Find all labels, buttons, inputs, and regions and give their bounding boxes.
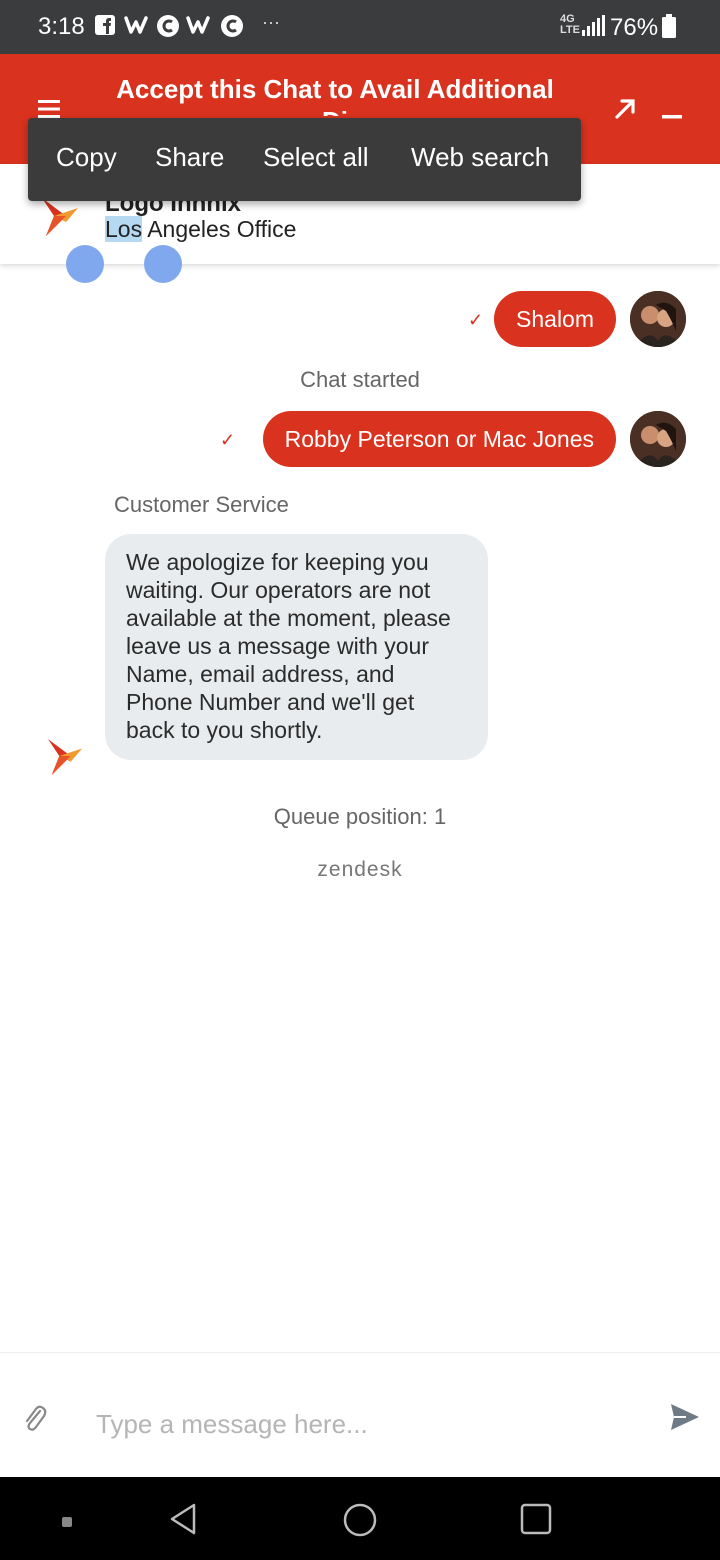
menu-item-copy[interactable]: Copy — [56, 142, 117, 173]
minimize-icon[interactable] — [662, 106, 682, 124]
status-bar: 3:18 ··· 4G LTE 76% — [0, 0, 720, 54]
agent-subtitle: Los Angeles Office — [105, 216, 296, 243]
message-composer: Type a message here... — [0, 1352, 720, 1478]
popout-icon[interactable] — [614, 98, 636, 125]
c-icon — [220, 14, 244, 44]
incoming-message[interactable]: We apologize for keeping you waiting. Ou… — [105, 534, 488, 760]
outgoing-message[interactable]: Robby Peterson or Mac Jones — [262, 411, 616, 467]
recents-dot-icon[interactable] — [62, 1514, 72, 1532]
queue-position: Queue position: 1 — [273, 804, 447, 829]
c-icon — [156, 14, 180, 44]
home-icon[interactable] — [343, 1503, 377, 1542]
header-title: Accept this Chat to Avail Additional — [116, 74, 554, 104]
sent-check-icon: ✓ — [468, 310, 484, 330]
sender-label: Customer Service — [114, 492, 289, 517]
selection-handle-start[interactable] — [66, 245, 104, 283]
battery-icon — [662, 14, 676, 43]
android-nav-bar — [0, 1477, 720, 1560]
attachment-icon[interactable] — [22, 1403, 48, 1438]
text-selection-menu: Copy Share Select all Web search — [28, 118, 581, 201]
agent-subtitle-rest: Angeles Office — [142, 216, 297, 242]
status-time: 3:18 — [38, 13, 85, 40]
overview-icon[interactable] — [520, 1503, 552, 1540]
outgoing-message[interactable]: Shalom — [494, 291, 616, 347]
signal-icon — [580, 15, 606, 42]
message-input[interactable]: Type a message here... — [96, 1409, 368, 1440]
menu-item-share[interactable]: Share — [155, 142, 224, 173]
network-type-icon: 4G LTE — [560, 13, 580, 36]
user-avatar — [630, 411, 686, 467]
facebook-icon — [94, 14, 116, 42]
selected-text[interactable]: Los — [105, 216, 143, 242]
send-icon[interactable] — [670, 1403, 700, 1436]
menu-item-web-search[interactable]: Web search — [411, 142, 549, 173]
wattpad-icon — [124, 14, 152, 42]
sent-check-icon: ✓ — [220, 430, 236, 450]
chat-started-label: Chat started — [300, 367, 420, 392]
battery-percent: 76% — [610, 14, 659, 41]
brand-logo — [40, 196, 80, 243]
more-notifications-icon: ··· — [262, 12, 280, 32]
back-icon[interactable] — [168, 1502, 198, 1541]
user-avatar — [630, 291, 686, 347]
selection-handle-end[interactable] — [144, 245, 182, 283]
menu-item-select-all[interactable]: Select all — [263, 142, 369, 173]
wattpad-icon — [186, 14, 214, 42]
header-title-line2: Di — [100, 106, 570, 116]
agent-logo-icon — [46, 736, 84, 783]
zendesk-logo[interactable]: zendesk — [0, 858, 720, 882]
